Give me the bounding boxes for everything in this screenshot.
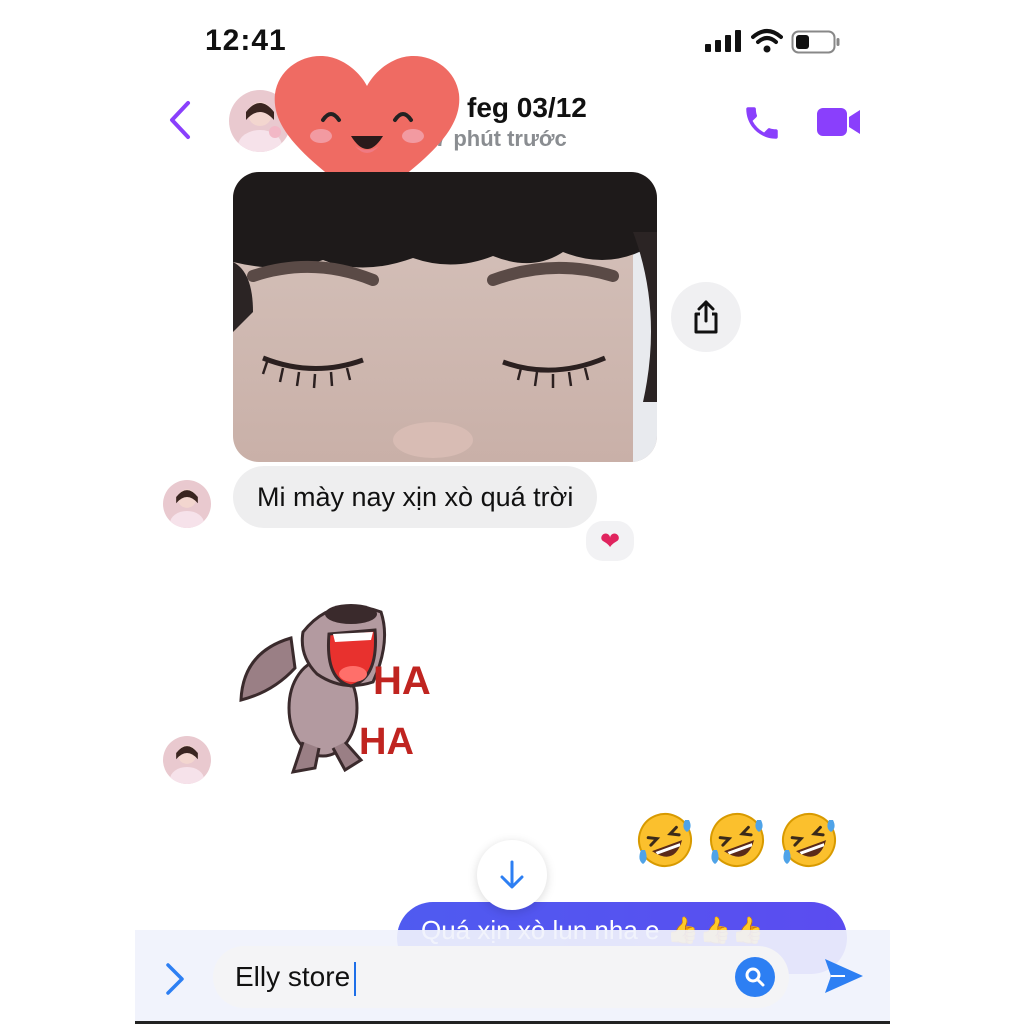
contact-name[interactable]: feg 03/12 bbox=[467, 92, 587, 124]
status-bar: 12:41 bbox=[135, 0, 890, 80]
search-lens-button[interactable] bbox=[735, 957, 775, 997]
share-button[interactable] bbox=[671, 282, 741, 352]
search-lens-icon bbox=[745, 967, 765, 987]
messenger-screen: 12:41 feg 03/12 7 phút trước Mi mày nay … bbox=[135, 0, 890, 1024]
message-composer: Elly store bbox=[135, 930, 890, 1024]
heart-reaction[interactable]: ❤ bbox=[583, 518, 637, 564]
signal-icon bbox=[705, 30, 741, 52]
rofl-emoji-icon bbox=[782, 813, 836, 867]
message-input-text[interactable]: Elly store bbox=[235, 946, 357, 1008]
scroll-down-arrow-icon bbox=[500, 860, 524, 889]
sender-avatar[interactable] bbox=[163, 736, 211, 784]
rofl-emoji-icon bbox=[638, 813, 692, 867]
sticker-text-ha-2: HA bbox=[359, 721, 414, 763]
battery-icon bbox=[791, 30, 840, 54]
sticker-text-ha-1: HA bbox=[373, 659, 431, 703]
message-input[interactable]: Elly store bbox=[213, 946, 789, 1008]
heart-reaction-icon: ❤ bbox=[599, 527, 621, 555]
outgoing-emoji-message[interactable] bbox=[635, 810, 839, 870]
photo-message[interactable] bbox=[233, 172, 657, 462]
expand-chevron-icon[interactable] bbox=[163, 962, 187, 996]
laughing-dog-sticker[interactable]: HA HA bbox=[233, 582, 453, 782]
wifi-icon bbox=[751, 29, 783, 53]
incoming-message-bubble[interactable]: Mi mày nay xịn xò quá trời bbox=[233, 466, 598, 528]
message-input-value: Elly store bbox=[235, 961, 351, 992]
chat-header: feg 03/12 7 phút trước bbox=[135, 82, 890, 172]
send-icon[interactable] bbox=[823, 956, 865, 996]
scroll-to-bottom-button[interactable] bbox=[477, 840, 547, 910]
share-icon bbox=[694, 300, 718, 334]
text-caret bbox=[354, 961, 357, 996]
rofl-emoji-icon bbox=[710, 813, 764, 867]
phone-icon[interactable] bbox=[741, 102, 783, 144]
back-chevron-icon[interactable] bbox=[167, 100, 193, 140]
video-icon[interactable] bbox=[815, 104, 863, 140]
sender-avatar[interactable] bbox=[163, 480, 211, 528]
